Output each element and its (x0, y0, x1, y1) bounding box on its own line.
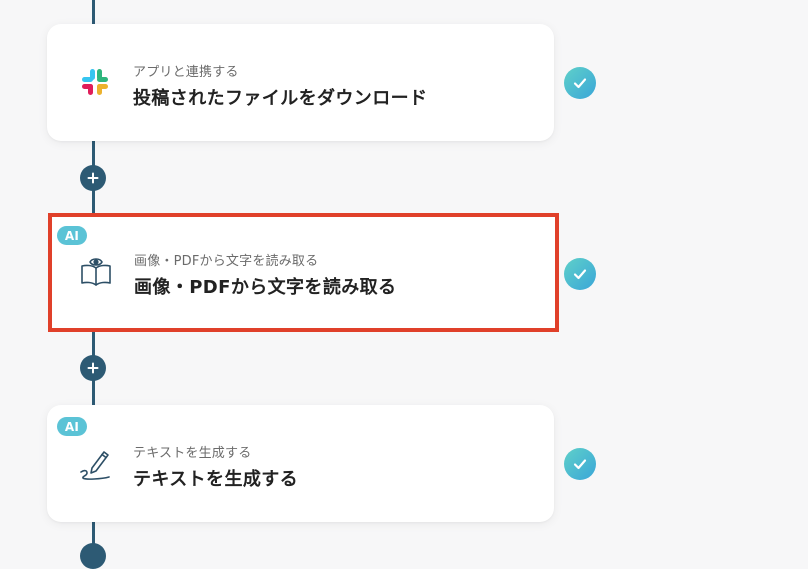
pencil-write-icon (77, 445, 113, 481)
add-step-button[interactable] (80, 165, 106, 191)
ai-badge: AI (57, 417, 87, 436)
flow-step-card-ocr[interactable]: 画像・PDFから文字を読み取る 画像・PDFから文字を読み取る (48, 213, 559, 332)
completed-check-icon (564, 67, 596, 99)
step-subtitle: アプリと連携する (133, 65, 239, 80)
plus-icon (87, 362, 99, 374)
step-title: テキストを生成する (133, 469, 299, 490)
step-title: 画像・PDFから文字を読み取る (134, 277, 397, 298)
book-eye-icon (78, 253, 114, 289)
ai-badge: AI (57, 226, 87, 245)
flow-step-card-generate-text[interactable]: テキストを生成する テキストを生成する (47, 405, 554, 522)
completed-check-icon (564, 258, 596, 290)
step-subtitle: テキストを生成する (133, 446, 252, 461)
step-title: 投稿されたファイルをダウンロード (133, 88, 428, 109)
add-step-button[interactable] (80, 355, 106, 381)
completed-check-icon (564, 448, 596, 480)
flow-step-card-download[interactable]: アプリと連携する 投稿されたファイルをダウンロード (47, 24, 554, 141)
slack-icon (77, 64, 113, 100)
add-step-button[interactable] (80, 543, 106, 569)
step-subtitle: 画像・PDFから文字を読み取る (134, 254, 319, 269)
plus-icon (87, 172, 99, 184)
